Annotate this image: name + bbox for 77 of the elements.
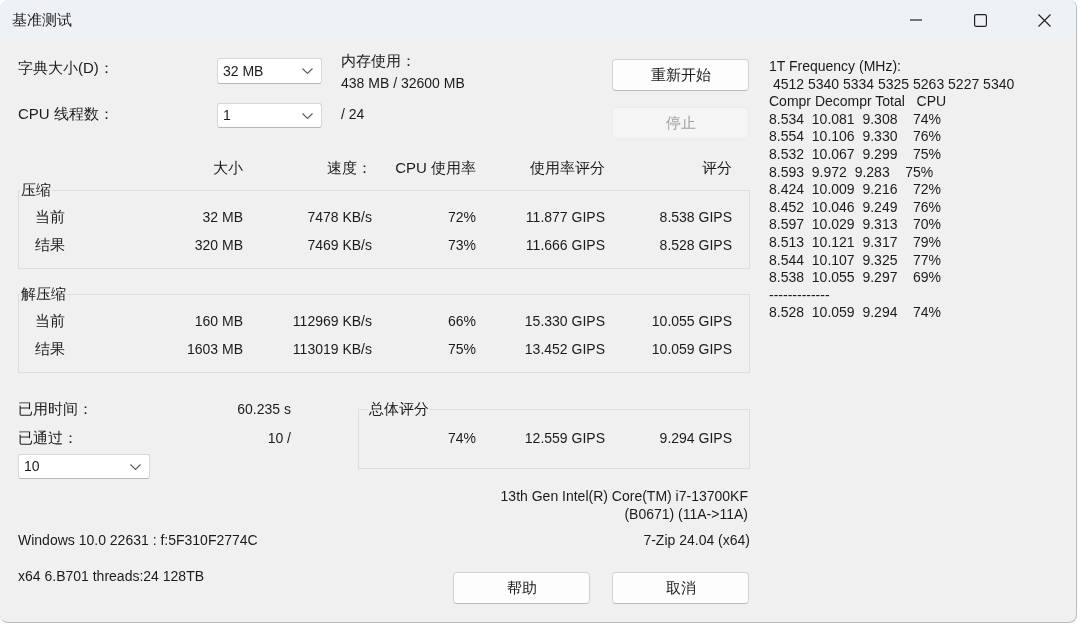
log-line: 4512 5340 5334 5325 5263 5227 5340 <box>771 75 1016 94</box>
log-line: 8.597 10.029 9.313 70% <box>769 216 943 234</box>
table-cell-text: 11.877 GIPS <box>524 207 605 227</box>
action-button[interactable]: 取消 <box>612 572 749 604</box>
table-cell-text: 160 MB <box>193 311 243 331</box>
log-line: 8.424 10.009 9.216 72% <box>769 181 943 199</box>
table-cell-text: 74% <box>446 428 476 448</box>
row-label: 结果 <box>34 234 66 255</box>
action-button[interactable]: 帮助 <box>453 572 590 604</box>
column-header: 大小 <box>212 158 243 178</box>
window-title: 基准测试 <box>11 9 72 30</box>
table-cell-text: 320 MB <box>193 235 243 255</box>
dropdown[interactable]: 10 <box>18 454 150 479</box>
cpu-info: 13th Gen Intel(R) Core(TM) i7-13700KF <box>500 487 748 505</box>
action-button[interactable]: 重新开始 <box>612 59 749 91</box>
row-label: 当前 <box>34 206 66 227</box>
log-line: 8.593 9.972 9.283 75% <box>769 163 935 182</box>
thread-count: / 24 <box>341 105 366 124</box>
close-icon <box>1037 13 1051 27</box>
dropdown[interactable]: 1 <box>217 103 322 128</box>
table-cell-text: 1603 MB <box>185 339 243 359</box>
column-header: CPU 使用率 <box>394 158 476 178</box>
elapsed-label: 已用时间： <box>18 399 93 419</box>
log-line: Compr Decompr Total CPU <box>769 93 948 111</box>
row-label: 结果 <box>34 338 66 359</box>
log-line: 8.554 10.106 9.330 76% <box>769 128 943 146</box>
log-line: 8.513 10.121 9.317 79% <box>769 233 943 252</box>
memory-value: 438 MB / 32600 MB <box>341 74 466 93</box>
chevron-down-icon <box>302 68 313 74</box>
version-info: 7-Zip 24.04 (x64) <box>643 531 750 549</box>
group-title: 压缩 <box>20 180 52 200</box>
chevron-down-icon <box>302 112 313 119</box>
log-line: 8.534 10.081 9.308 74% <box>769 110 943 129</box>
log-line: 8.528 10.059 9.294 74% <box>769 304 943 322</box>
table-cell-text: 12.559 GIPS <box>523 428 605 448</box>
dropdown[interactable]: 32 MB <box>217 58 322 84</box>
row-label: 当前 <box>34 310 66 331</box>
table-cell-text: 8.528 GIPS <box>658 235 732 255</box>
table-cell-text: 10.059 GIPS <box>650 339 732 359</box>
log-line: ------------- <box>769 286 831 305</box>
system-info: Windows 10.0 22631 : f:5F310F2774C <box>18 531 258 549</box>
elapsed-value: 60.235 s <box>237 400 291 419</box>
table-cell-text: 73% <box>446 235 476 255</box>
group-title: 总体评分 <box>368 399 430 419</box>
memory-label: 内存使用： <box>341 51 417 71</box>
minimize-icon <box>910 19 922 21</box>
table-cell-text: 8.538 GIPS <box>658 207 732 227</box>
table-cell-text: 11.666 GIPS <box>524 235 605 255</box>
table-cell-text: 15.330 GIPS <box>523 311 605 331</box>
maximize-icon <box>973 13 987 27</box>
table-cell-text: 75% <box>446 339 476 359</box>
table-cell-text: 113019 KB/s <box>291 339 372 359</box>
table-cell-text: 9.294 GIPS <box>658 428 732 448</box>
table-cell-text: 7469 KB/s <box>306 235 372 255</box>
log-line: 8.532 10.067 9.299 75% <box>769 145 943 164</box>
architecture-info: x64 6.B701 threads:24 128TB <box>18 567 205 586</box>
column-header: 使用率评分 <box>529 158 605 178</box>
passes-label: 已通过： <box>18 428 78 448</box>
table-cell-text: 32 MB <box>201 207 243 227</box>
group-title: 解压缩 <box>20 284 67 304</box>
log-line: 8.452 10.046 9.249 76% <box>769 198 943 217</box>
log-line: 8.538 10.055 9.297 69% <box>769 269 943 287</box>
log-line: 8.544 10.107 9.325 77% <box>769 251 943 270</box>
log-line: 1T Frequency (MHz): <box>769 58 902 76</box>
table-cell-text: 72% <box>446 207 476 227</box>
table-cell-text: 112969 KB/s <box>291 311 372 331</box>
table-cell-text: 66% <box>446 311 476 331</box>
table-cell-text: 7478 KB/s <box>306 207 372 227</box>
table-cell-text: 13.452 GIPS <box>523 339 605 359</box>
field-label: CPU 线程数： <box>18 104 115 124</box>
table-cell-text: 10.055 GIPS <box>650 311 732 331</box>
passes-value: 10 / <box>267 429 291 448</box>
column-header: 速度： <box>326 158 372 178</box>
field-label: 字典大小(D)： <box>18 58 115 78</box>
cpu-info: (B0671) (11A->11A) <box>624 505 748 523</box>
chevron-down-icon <box>130 463 141 470</box>
column-header: 评分 <box>701 158 732 178</box>
